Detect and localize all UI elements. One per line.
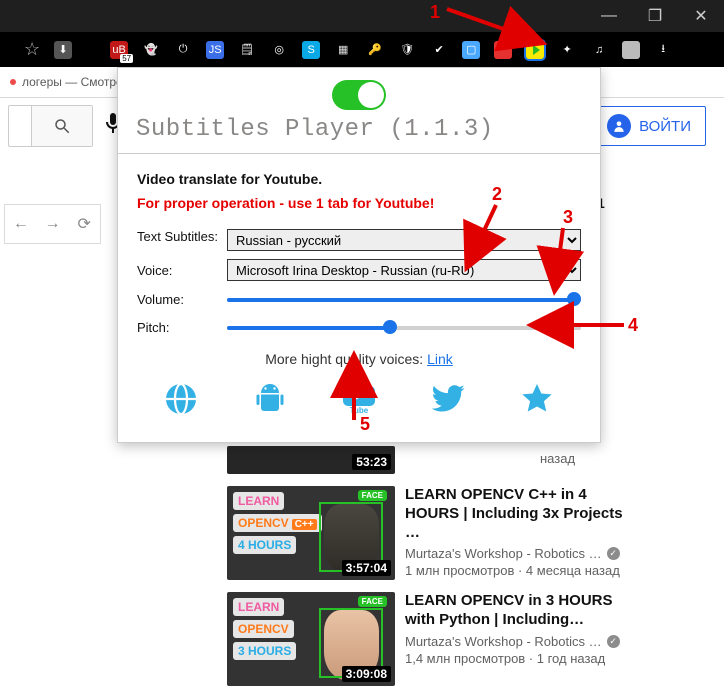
star-icon[interactable] — [516, 381, 558, 425]
nav-reload-icon[interactable]: ⟳ — [68, 214, 100, 234]
thumb-text-learn: LEARN — [233, 598, 284, 616]
extension-popup: Subtitles Player (1.1.3) Video translate… — [117, 67, 601, 443]
video-row: LEARN OPENCVC++ 4 HOURS FACE 3:57:04 LEA… — [227, 486, 627, 580]
video-channel[interactable]: Murtaza's Workshop - Robotics …✓ — [405, 546, 627, 561]
downloads-icon[interactable]: ⭳ — [654, 41, 672, 59]
search-icon — [53, 117, 71, 135]
thumb-text-opencv: OPENCVC++ — [233, 514, 322, 532]
popup-warning: For proper operation - use 1 tab for You… — [137, 195, 581, 211]
thumb-face-tag: FACE — [358, 490, 387, 501]
nav-back-icon[interactable]: ← — [5, 215, 37, 233]
subtitles-label: Text Subtitles: — [137, 229, 227, 245]
more-voices-text: More hight quality voices: Link — [137, 351, 581, 367]
thumb-text-hours: 3 HOURS — [233, 642, 296, 660]
popup-title: Subtitles Player (1.1.3) — [136, 116, 582, 143]
video-title[interactable]: LEARN OPENCV C++ in 4 HOURS | Including … — [405, 486, 627, 542]
nav-forward-icon[interactable]: → — [37, 215, 69, 233]
search-box — [8, 105, 93, 147]
window-close-button[interactable]: ✕ — [678, 0, 724, 32]
video-row: LEARN OPENCV 3 HOURS FACE 3:09:08 LEARN … — [227, 592, 627, 686]
video-thumbnail[interactable]: LEARN OPENCV 3 HOURS FACE 3:09:08 — [227, 592, 395, 686]
volume-label: Volume: — [137, 292, 227, 307]
notes-icon[interactable]: 🗒 — [238, 41, 256, 59]
person-icon — [607, 114, 631, 138]
pitch-label: Pitch: — [137, 320, 227, 335]
skype-icon[interactable]: S — [302, 41, 320, 59]
grid-icon[interactable]: ▦ — [334, 41, 352, 59]
voice-select[interactable]: Microsoft Irina Desktop - Russian (ru-RU… — [227, 259, 581, 281]
more-voices-link[interactable]: Link — [427, 351, 453, 367]
window-maximize-button[interactable]: ❐ — [632, 0, 678, 32]
key-icon[interactable]: 🔑 — [366, 41, 384, 59]
master-toggle[interactable] — [136, 80, 582, 110]
power-icon[interactable]: ⏻ — [174, 41, 192, 59]
search-button[interactable] — [31, 106, 92, 146]
svg-text:4: 4 — [628, 315, 638, 335]
popup-subtitle: Video translate for Youtube. — [137, 171, 581, 187]
subtitles-select[interactable]: Russian - русский — [227, 229, 581, 251]
sign-in-label: ВОЙТИ — [639, 118, 691, 135]
bookmark-star-icon[interactable]: ☆ — [24, 39, 40, 60]
verified-icon: ✓ — [607, 635, 620, 648]
sign-in-button[interactable]: ВОЙТИ — [592, 106, 706, 146]
search-input[interactable] — [9, 107, 31, 145]
target-icon[interactable]: ◎ — [270, 41, 288, 59]
blue-app-icon[interactable]: JS — [206, 41, 224, 59]
video-stats: 1,4 млн просмотров · 1 год назад — [405, 651, 627, 666]
ghost-icon[interactable]: 👻 — [142, 41, 160, 59]
thumb-face-tag: FACE — [358, 596, 387, 607]
shield-icon[interactable]: 🛡 — [398, 41, 416, 59]
globe-icon[interactable] — [160, 381, 202, 425]
download-box-icon[interactable]: ⬇ — [54, 41, 72, 59]
video-thumbnail[interactable]: LEARN OPENCVC++ 4 HOURS FACE 3:57:04 — [227, 486, 395, 580]
thumb-text-hours: 4 HOURS — [233, 536, 296, 554]
video-channel[interactable]: Murtaza's Workshop - Robotics …✓ — [405, 634, 627, 649]
voice-label: Voice: — [137, 263, 227, 278]
video-duration-badge: 3:57:04 — [342, 560, 391, 576]
svg-text:Tube: Tube — [350, 406, 369, 415]
youtube-icon[interactable]: Tube — [338, 381, 380, 425]
red-tag-icon[interactable] — [494, 41, 512, 59]
page-back-forward-box: ← → ⟳ — [4, 204, 101, 244]
android-icon[interactable] — [249, 381, 291, 425]
image-icon[interactable]: ▢ — [462, 41, 480, 59]
pitch-slider[interactable] — [227, 317, 581, 337]
ublock-icon[interactable]: uB57 — [110, 41, 128, 59]
extensions-icon[interactable]: ✦ — [558, 41, 576, 59]
partial-ago-text: назад — [540, 451, 575, 466]
video-list: назад 53:23 LEARN OPENCVC++ 4 HOURS FACE… — [227, 450, 627, 698]
verified-icon: ✓ — [607, 547, 620, 560]
profile-avatar-icon[interactable] — [622, 41, 640, 59]
equalizer-icon[interactable]: ♫ — [590, 41, 608, 59]
thumb-text-opencv: OPENCV — [233, 620, 294, 638]
check-icon[interactable]: ✔ — [430, 41, 448, 59]
ublock-badge: 57 — [120, 54, 133, 63]
browser-toolbar: ☆ ⬇ uB57 👻 ⏻ JS 🗒 ◎ S ▦ 🔑 🛡 ✔ ▢ ✦ ♫ ⭳ — [0, 32, 724, 67]
thumb-text-learn: LEARN — [233, 492, 284, 510]
popup-version: (1.1.3) — [389, 116, 493, 143]
titlebar: — ❐ ✕ — [0, 0, 724, 32]
socials-row: Tube — [137, 381, 581, 425]
video-stats: 1 млн просмотров · 4 месяца назад — [405, 563, 627, 578]
window-minimize-button[interactable]: — — [586, 0, 632, 32]
subtitles-player-extension-icon[interactable] — [526, 41, 544, 59]
video-duration-badge: 53:23 — [352, 454, 391, 470]
volume-slider[interactable] — [227, 289, 581, 309]
video-thumbnail[interactable]: 53:23 — [227, 446, 395, 474]
favicon-icon — [10, 79, 16, 85]
twitter-icon[interactable] — [427, 381, 469, 425]
video-duration-badge: 3:09:08 — [342, 666, 391, 682]
video-title[interactable]: LEARN OPENCV in 3 HOURS with Python | In… — [405, 592, 627, 630]
